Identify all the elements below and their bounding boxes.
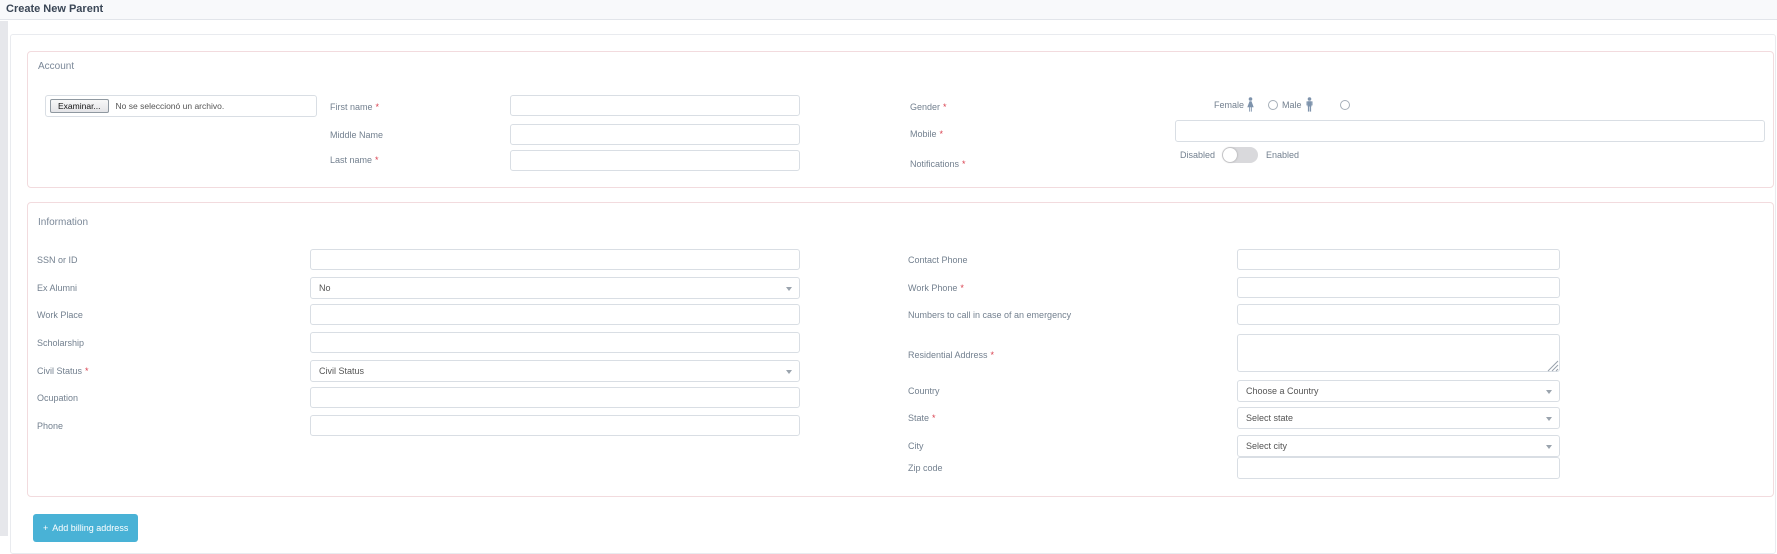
mobile-label: Mobile * [910, 129, 944, 139]
country-select[interactable]: Choose a Country [1237, 380, 1560, 402]
page-title: Create New Parent [6, 3, 104, 15]
left-edge-strip [0, 21, 8, 536]
photo-file-input[interactable]: Examinar... No se seleccionó un archivo. [45, 95, 317, 117]
ex-alumni-select[interactable]: No [310, 277, 800, 299]
chevron-down-icon [1546, 390, 1552, 394]
chevron-down-icon [1546, 417, 1552, 421]
required-marker: * [375, 155, 379, 165]
work-phone-label: Work Phone * [908, 283, 964, 293]
contact-phone-label: Contact Phone [908, 255, 968, 265]
chevron-down-icon [786, 370, 792, 374]
contact-phone-input[interactable] [1237, 249, 1560, 270]
file-status-text: No se seleccionó un archivo. [115, 101, 225, 111]
required-marker: * [939, 129, 944, 139]
ssn-label: SSN or ID [37, 255, 78, 265]
emergency-numbers-label: Numbers to call in case of an emergency [908, 310, 1072, 320]
required-marker: * [990, 350, 995, 360]
male-label: Male [1282, 99, 1302, 110]
required-marker: * [962, 159, 966, 169]
male-icon [1306, 97, 1313, 112]
zip-code-label: Zip code [908, 463, 943, 473]
state-label: State * [908, 413, 936, 423]
emergency-numbers-input[interactable] [1237, 304, 1560, 325]
male-radio[interactable] [1339, 99, 1350, 110]
female-label: Female [1214, 99, 1245, 110]
required-marker: * [932, 413, 936, 423]
female-radio[interactable] [1268, 99, 1279, 110]
required-marker: * [375, 102, 380, 112]
last-name-input[interactable] [510, 150, 800, 171]
scholarship-label: Scholarship [37, 338, 85, 348]
scholarship-input[interactable] [310, 332, 800, 353]
middle-name-input[interactable] [510, 124, 800, 145]
required-marker: * [85, 366, 89, 376]
last-name-label: Last name * [330, 155, 379, 165]
required-marker: * [960, 283, 964, 293]
work-place-input[interactable] [310, 304, 800, 325]
toggle-enabled-label: Enabled [1266, 150, 1300, 160]
form-container: Account Examinar... No se seleccionó un … [10, 34, 1776, 554]
ssn-input[interactable] [310, 249, 800, 270]
civil-status-label: Civil Status * [37, 366, 89, 376]
work-place-label: Work Place [37, 310, 83, 320]
country-label: Country [908, 386, 940, 396]
account-panel: Account Examinar... No se seleccionó un … [27, 51, 1774, 188]
required-marker: * [943, 102, 947, 112]
notifications-toggle[interactable] [1222, 147, 1259, 163]
phone-label: Phone [37, 421, 64, 431]
female-icon [1247, 97, 1254, 112]
zip-code-input[interactable] [1237, 457, 1560, 479]
chevron-down-icon [786, 287, 792, 291]
plus-icon: + [43, 523, 49, 533]
information-panel: Information SSN or ID Ex Alumni No Work … [27, 202, 1774, 497]
resize-handle-icon[interactable] [1547, 359, 1559, 377]
ocupation-input[interactable] [310, 387, 800, 408]
account-heading: Account [38, 61, 75, 72]
toggle-knob [1223, 148, 1238, 162]
ocupation-label: Ocupation [37, 393, 79, 403]
gender-label: Gender * [910, 102, 947, 112]
residential-address-textarea[interactable] [1237, 334, 1560, 372]
browse-button[interactable]: Examinar... [50, 99, 109, 113]
city-label: City [908, 441, 924, 451]
city-select[interactable]: Select city [1237, 435, 1560, 457]
first-name-input[interactable] [510, 95, 800, 116]
gender-radio-group: Female Male [1214, 96, 1350, 113]
state-select[interactable]: Select state [1237, 407, 1560, 429]
page-header: Create New Parent [0, 0, 1777, 20]
mobile-input[interactable] [1175, 120, 1765, 142]
phone-input[interactable] [310, 415, 800, 436]
notifications-toggle-group: Disabled Enabled [1180, 147, 1299, 163]
add-billing-address-label: Add billing address [52, 523, 129, 533]
civil-status-select[interactable]: Civil Status [310, 360, 800, 382]
add-billing-address-button[interactable]: + Add billing address [33, 514, 139, 542]
notifications-label: Notifications * [910, 159, 966, 169]
first-name-label: First name * [330, 102, 380, 112]
work-phone-input[interactable] [1237, 277, 1560, 298]
residential-address-label: Residential Address * [908, 350, 995, 360]
middle-name-label: Middle Name [330, 130, 384, 140]
information-heading: Information [38, 217, 89, 228]
chevron-down-icon [1546, 445, 1552, 449]
toggle-disabled-label: Disabled [1180, 150, 1216, 160]
ex-alumni-label: Ex Alumni [37, 283, 78, 293]
